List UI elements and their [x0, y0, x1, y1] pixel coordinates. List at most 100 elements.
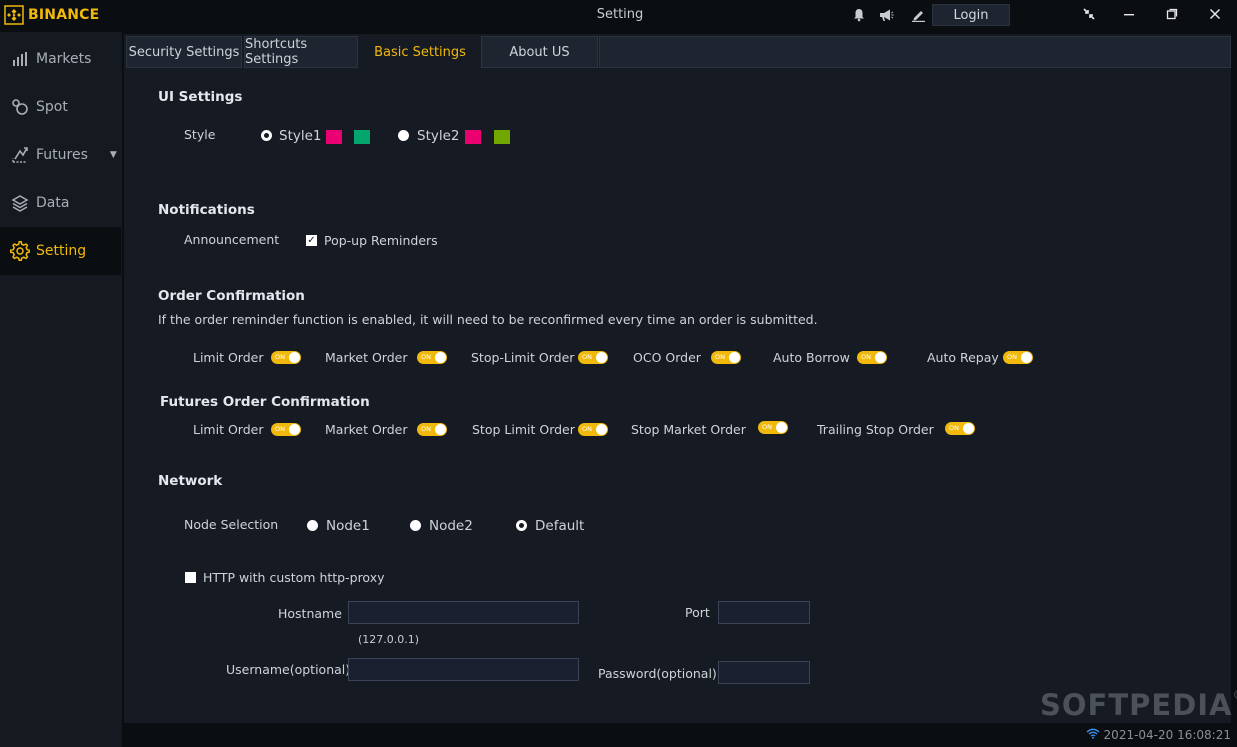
popup-reminders-checkbox[interactable]: ✓ — [306, 235, 317, 246]
toggle-knob — [596, 352, 607, 363]
hostname-label: Hostname — [278, 606, 342, 621]
node1-label[interactable]: Node1 — [326, 518, 370, 534]
order-market-label: Market Order — [325, 350, 408, 365]
order-stop-limit-toggle[interactable]: ON — [578, 351, 608, 364]
http-proxy-checkbox[interactable] — [185, 572, 196, 583]
checkmark-icon: ✓ — [307, 234, 316, 246]
toggle-knob — [435, 424, 446, 435]
collapse-icon[interactable] — [1078, 4, 1100, 24]
futures-trailing-stop-label: Trailing Stop Order — [817, 422, 934, 437]
style1-radio[interactable] — [261, 130, 272, 141]
port-label: Port — [685, 605, 710, 620]
style1-buy-color-swatch — [354, 130, 370, 144]
password-label: Password(optional) — [598, 666, 717, 681]
sidebar-item-setting[interactable]: Setting — [0, 227, 121, 275]
toggle-on-text: ON — [421, 353, 431, 361]
sidebar-item-label: Data — [36, 195, 70, 211]
node2-label[interactable]: Node2 — [429, 518, 473, 534]
toggle-on-text: ON — [421, 425, 431, 433]
style1-sell-color-swatch — [326, 130, 342, 144]
toggle-knob — [289, 424, 300, 435]
username-input[interactable] — [348, 658, 579, 681]
port-input[interactable] — [718, 601, 810, 624]
order-oco-label: OCO Order — [633, 350, 701, 365]
tab-shortcuts-settings[interactable]: Shortcuts Settings — [244, 36, 358, 68]
sidebar-item-label: Markets — [36, 51, 92, 67]
announcement-label: Announcement — [184, 232, 280, 247]
futures-limit-toggle[interactable]: ON — [271, 423, 301, 436]
popup-reminders-label[interactable]: Pop-up Reminders — [324, 233, 438, 248]
tab-about-us[interactable]: About US — [481, 36, 598, 68]
tab-security-settings[interactable]: Security Settings — [126, 36, 242, 68]
order-auto-repay-toggle[interactable]: ON — [1003, 351, 1033, 364]
futures-stop-limit-label: Stop Limit Order — [472, 422, 575, 437]
node-selection-label: Node Selection — [184, 517, 279, 532]
futures-trailing-stop-toggle[interactable]: ON — [945, 422, 975, 435]
sidebar: Markets Spot Futures ▼ Data Setting — [0, 30, 122, 747]
toggle-on-text: ON — [582, 425, 592, 433]
sidebar-item-label: Futures — [36, 147, 88, 163]
style-label: Style — [184, 127, 216, 142]
style2-label[interactable]: Style2 — [417, 128, 460, 144]
futures-order-confirmation-title: Futures Order Confirmation — [160, 394, 370, 410]
toggle-knob — [776, 422, 787, 433]
default-node-label[interactable]: Default — [535, 518, 584, 534]
username-label: Username(optional) — [226, 662, 351, 677]
toggle-on-text: ON — [762, 423, 772, 431]
chevron-down-icon: ▼ — [109, 150, 117, 160]
toggle-knob — [963, 423, 974, 434]
order-auto-repay-label: Auto Repay — [927, 350, 999, 365]
login-button[interactable]: Login — [932, 4, 1010, 26]
datetime-text: 2021-04-20 16:08:21 — [1103, 728, 1231, 742]
status-bar: 2021-04-20 16:08:21 — [124, 726, 1237, 747]
spot-icon — [10, 97, 30, 117]
order-confirmation-description: If the order reminder function is enable… — [158, 312, 818, 327]
style2-radio[interactable] — [398, 130, 409, 141]
status-clock: 2021-04-20 16:08:21 — [1086, 728, 1231, 742]
close-icon[interactable] — [1204, 4, 1226, 24]
futures-stop-limit-toggle[interactable]: ON — [578, 423, 608, 436]
hostname-input[interactable] — [348, 601, 579, 624]
password-input[interactable] — [718, 661, 810, 684]
tab-basic-settings[interactable]: Basic Settings — [360, 36, 480, 68]
ui-settings-title: UI Settings — [158, 89, 243, 105]
futures-market-toggle[interactable]: ON — [417, 423, 447, 436]
order-auto-borrow-toggle[interactable]: ON — [857, 351, 887, 364]
node1-radio[interactable] — [307, 520, 318, 531]
toggle-on-text: ON — [715, 353, 725, 361]
order-oco-toggle[interactable]: ON — [711, 351, 741, 364]
toggle-knob — [596, 424, 607, 435]
toggle-knob — [435, 352, 446, 363]
default-node-radio[interactable] — [516, 520, 527, 531]
node2-radio[interactable] — [410, 520, 421, 531]
style2-buy-color-swatch — [494, 130, 510, 144]
minimize-icon[interactable] — [1118, 4, 1140, 24]
toggle-knob — [875, 352, 886, 363]
bar-chart-icon — [10, 49, 30, 69]
toggle-on-text: ON — [1007, 353, 1017, 361]
network-title: Network — [158, 473, 223, 489]
futures-limit-label: Limit Order — [193, 422, 264, 437]
toggle-knob — [289, 352, 300, 363]
edit-icon[interactable] — [909, 6, 927, 24]
megaphone-icon[interactable] — [877, 6, 895, 24]
sidebar-item-spot[interactable]: Spot — [0, 83, 121, 131]
order-market-toggle[interactable]: ON — [417, 351, 447, 364]
http-proxy-label[interactable]: HTTP with custom http-proxy — [203, 570, 385, 585]
layers-icon — [10, 193, 30, 213]
settings-panel: Security Settings Shortcuts Settings Bas… — [124, 34, 1231, 723]
bell-icon[interactable] — [850, 6, 868, 24]
style1-label[interactable]: Style1 — [279, 128, 322, 144]
order-limit-toggle[interactable]: ON — [271, 351, 301, 364]
sidebar-item-futures[interactable]: Futures ▼ — [0, 131, 121, 179]
futures-stop-market-toggle[interactable]: ON — [758, 421, 788, 434]
binance-logo-icon — [4, 5, 24, 25]
toggle-on-text: ON — [582, 353, 592, 361]
futures-icon — [10, 145, 30, 165]
restore-icon[interactable] — [1161, 4, 1183, 24]
app-logo: BINANCE — [4, 4, 99, 26]
toggle-knob — [1021, 352, 1032, 363]
sidebar-item-data[interactable]: Data — [0, 179, 121, 227]
sidebar-item-markets[interactable]: Markets — [0, 35, 121, 83]
watermark-text: SOFTPEDIA — [1040, 688, 1233, 722]
